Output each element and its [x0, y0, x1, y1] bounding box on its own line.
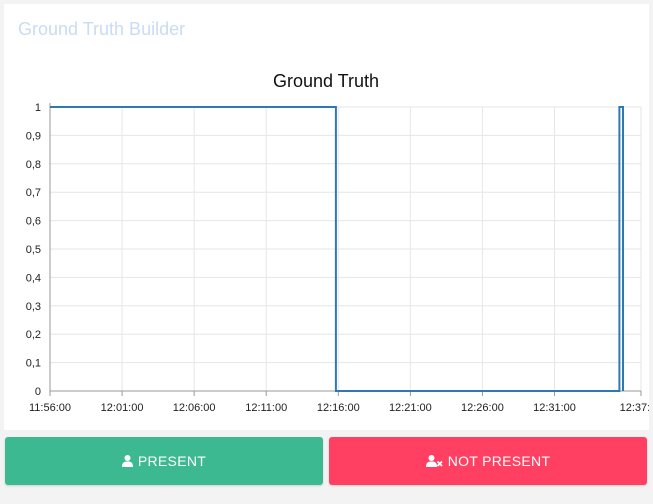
y-tick-label: 1: [35, 102, 41, 114]
user-icon: [121, 455, 133, 467]
y-tick-label: 0,6: [26, 216, 41, 228]
x-tick-label: 12:37:00: [620, 402, 649, 414]
x-tick-label: 12:26:00: [461, 402, 504, 414]
not-present-button-label: NOT PRESENT: [447, 453, 551, 469]
y-tick-label: 0: [35, 386, 41, 398]
y-tick-label: 0,8: [26, 159, 41, 171]
y-tick-label: 0,2: [26, 329, 41, 341]
main-card: Ground Truth Builder 0 0,1 0,2 0,3 0,4 0,5 0,6…: [4, 4, 649, 430]
y-tick-label: 0,1: [26, 358, 41, 370]
x-tick-label: 12:16:00: [317, 402, 360, 414]
y-tick-label: 0,4: [26, 272, 41, 284]
present-button-label: PRESENT: [137, 453, 207, 469]
y-tick-label: 0,9: [26, 130, 41, 142]
x-tick-label: 12:31:00: [533, 402, 576, 414]
x-tick-label: 12:01:00: [101, 402, 144, 414]
not-present-button[interactable]: NOT PRESENT: [329, 437, 647, 485]
x-tick-label: 12:11:00: [245, 402, 287, 414]
y-tick-label: 0,7: [26, 187, 41, 199]
x-tick-label: 12:06:00: [173, 402, 216, 414]
present-button[interactable]: PRESENT: [5, 437, 323, 485]
ground-truth-chart: 0 0,1 0,2 0,3 0,4 0,5 0,6 0,7 0,8 0,9 1 11:56:00 12:…: [26, 71, 649, 414]
y-tick-label: 0,5: [26, 244, 41, 256]
user-times-icon: [425, 455, 443, 467]
chart-grid: [50, 106, 642, 391]
x-tick-label: 11:56:00: [29, 402, 71, 414]
x-tick-label: 12:21:00: [389, 402, 432, 414]
chart-title: Ground Truth: [273, 71, 379, 91]
chart-tick-labels: 0 0,1 0,2 0,3 0,4 0,5 0,6 0,7 0,8 0,9 1 11:56:00 12:…: [26, 102, 649, 414]
y-tick-label: 0,3: [26, 301, 41, 313]
